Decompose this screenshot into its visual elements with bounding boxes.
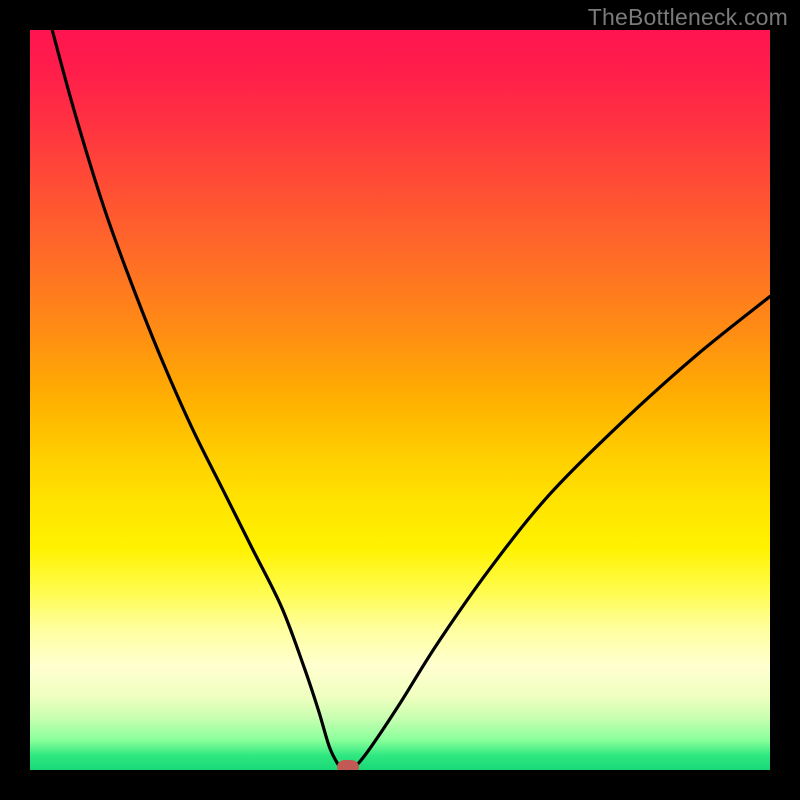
bottleneck-curve xyxy=(30,30,770,770)
optimal-marker xyxy=(337,760,359,770)
watermark-text: TheBottleneck.com xyxy=(588,4,788,31)
chart-frame: TheBottleneck.com xyxy=(0,0,800,800)
plot-area xyxy=(30,30,770,770)
